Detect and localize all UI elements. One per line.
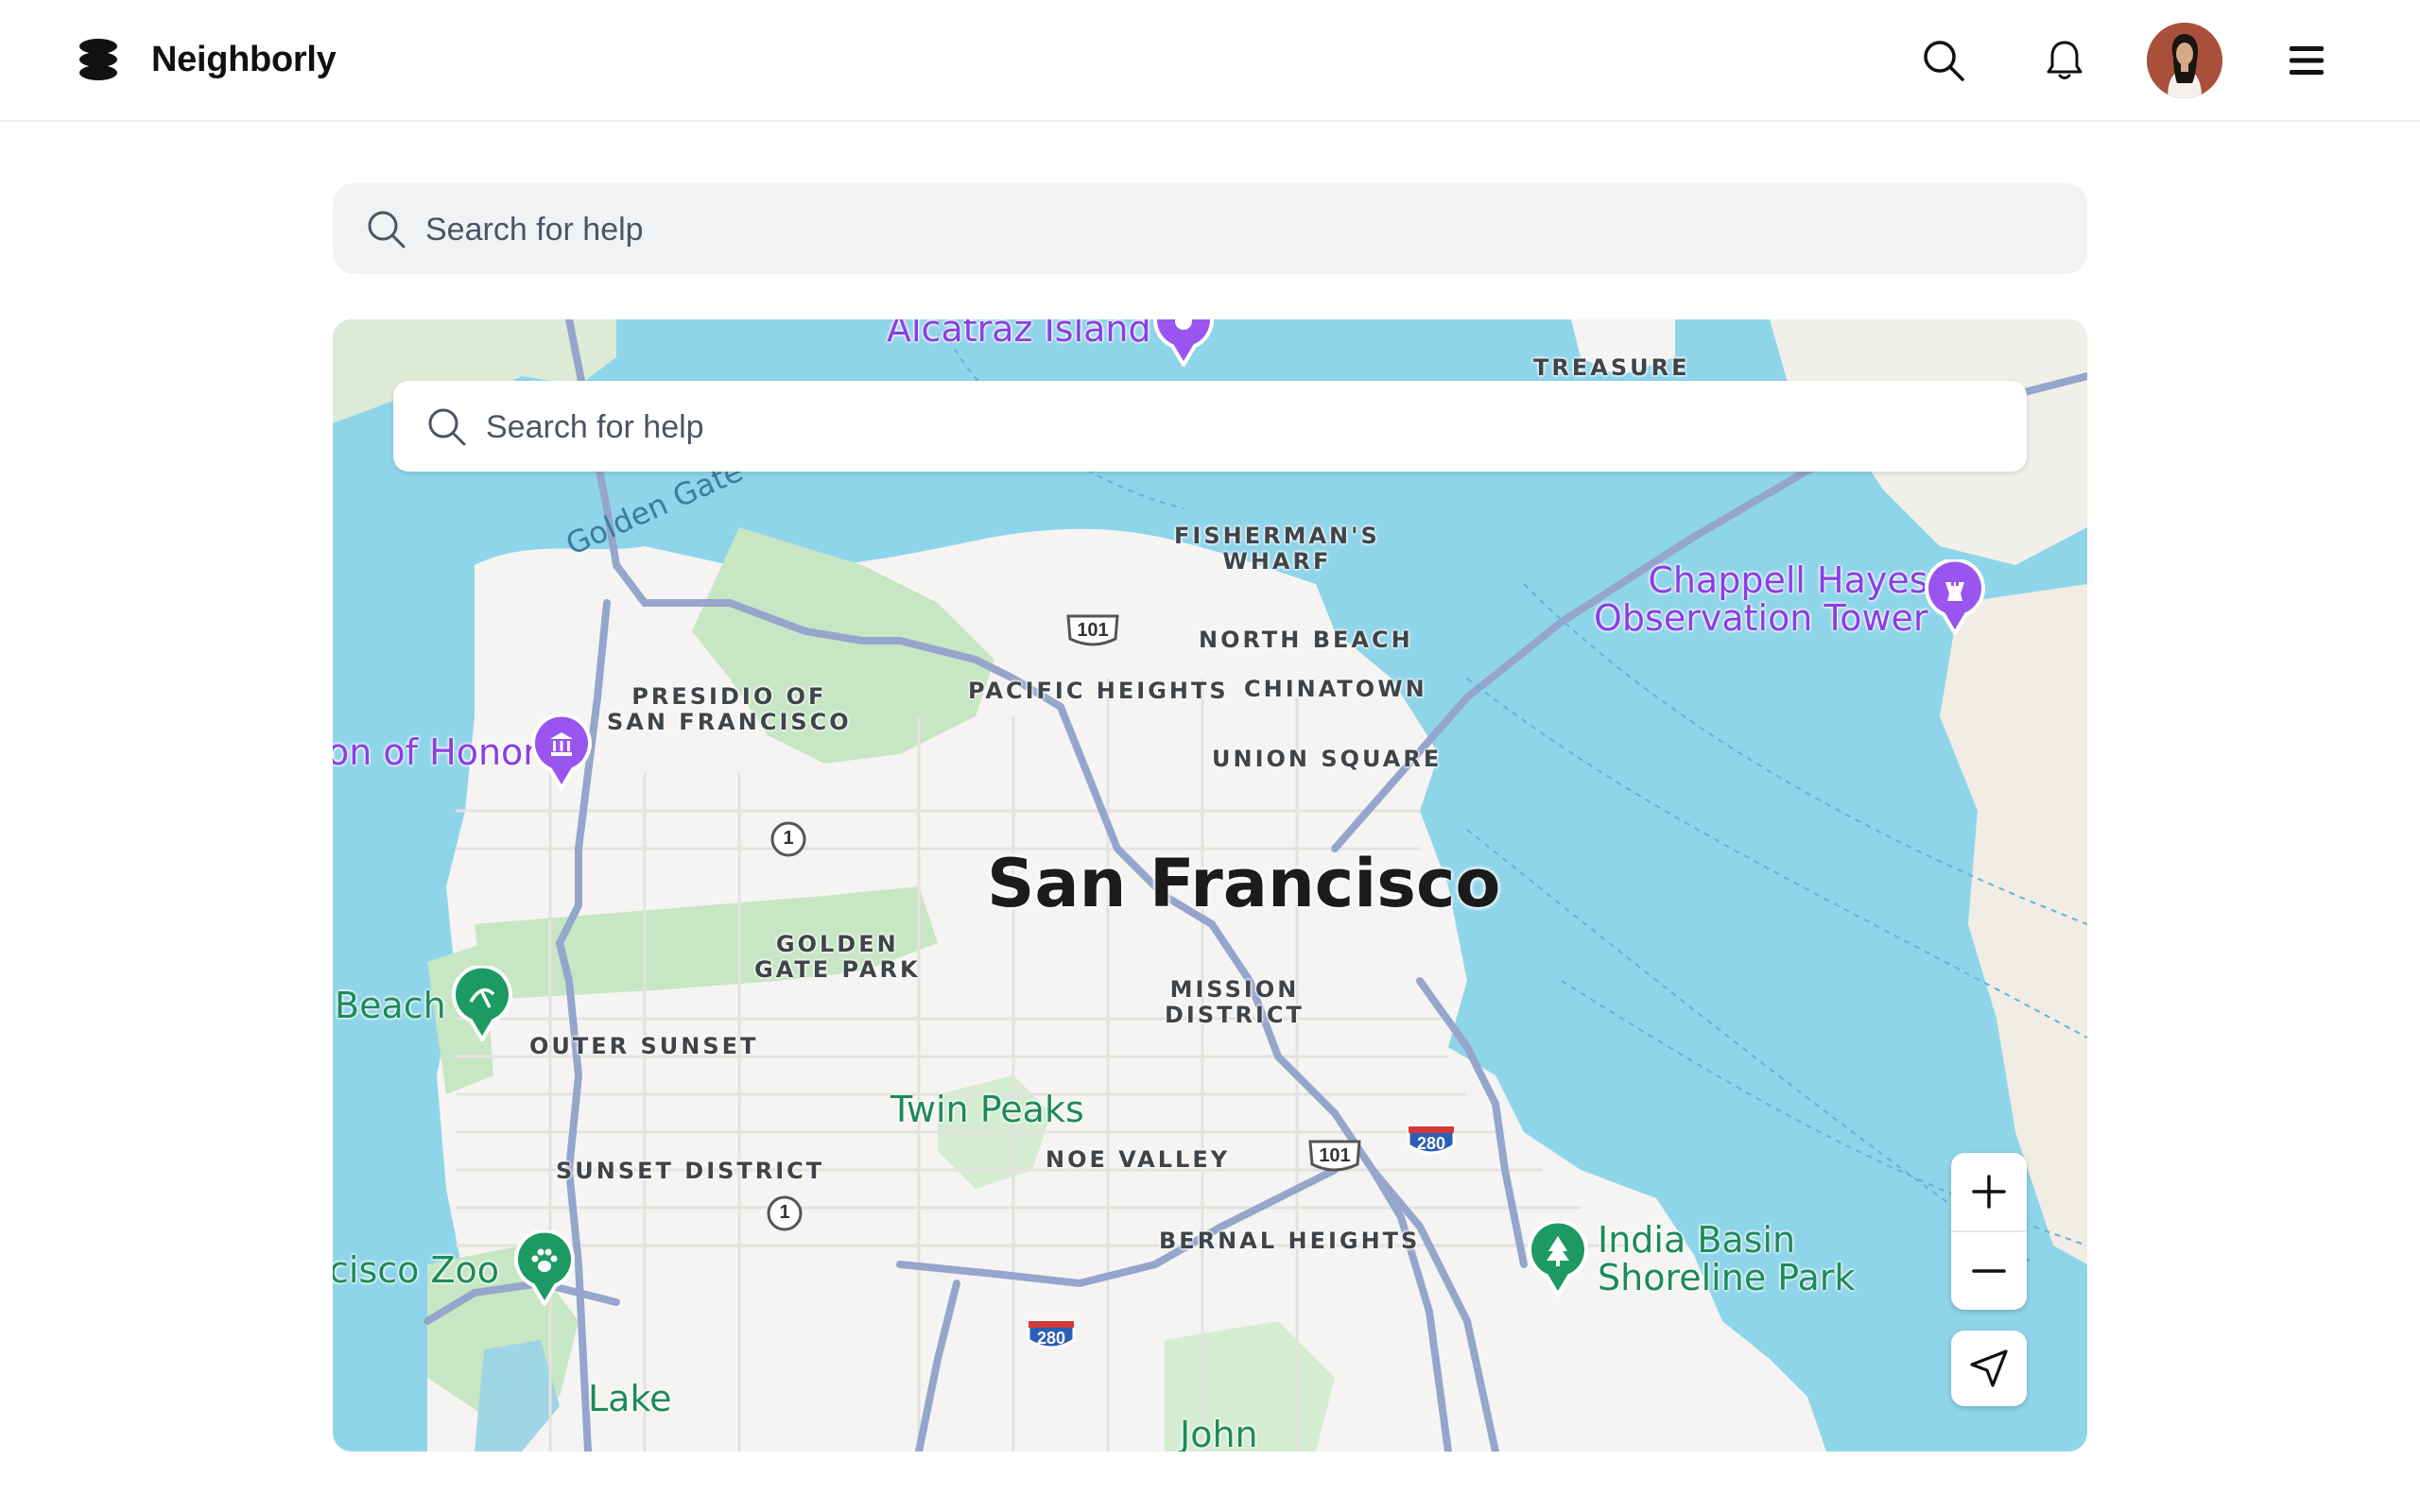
museum-pin-icon[interactable]	[529, 714, 594, 790]
poi-label-beach[interactable]: Beach	[335, 987, 446, 1024]
area-label-sunset-district: SUNSET DISTRICT	[556, 1158, 825, 1184]
zoom-in-button[interactable]	[1951, 1153, 2027, 1230]
poi-label-india-basin[interactable]: India Basin Shoreline Park	[1598, 1221, 1855, 1297]
plus-icon	[1972, 1175, 2006, 1209]
beach-pin-icon[interactable]	[450, 966, 514, 1041]
page-search-bar[interactable]	[333, 183, 2087, 276]
highway-shield-1-south: 1	[762, 1194, 807, 1232]
highway-shield-101-south: 101	[1306, 1138, 1363, 1176]
poi-label-zoo[interactable]: cisco Zoo	[333, 1251, 499, 1289]
poi-label-alcatraz[interactable]: Alcatraz Island	[887, 319, 1151, 348]
alcatraz-pin-icon[interactable]	[1151, 319, 1216, 367]
tower-pin-icon[interactable]	[1923, 559, 1987, 635]
search-icon[interactable]	[1921, 38, 1966, 83]
area-label-chinatown: CHINATOWN	[1244, 676, 1427, 702]
poi-label-legion-of-honor[interactable]: on of Honor	[333, 733, 538, 771]
area-label-presidio: PRESIDIO OF SAN FRANCISCO	[607, 683, 852, 735]
top-bar: Neighborly	[0, 0, 2420, 122]
poi-label-twin-peaks[interactable]: Twin Peaks	[890, 1091, 1084, 1128]
locate-button[interactable]	[1951, 1331, 2027, 1406]
minus-icon	[1972, 1269, 2006, 1273]
navigation-arrow-icon	[1970, 1349, 2008, 1387]
area-label-pacific-heights: PACIFIC HEIGHTS	[968, 678, 1229, 704]
park-pin-icon[interactable]	[1526, 1221, 1590, 1297]
zoom-out-button[interactable]	[1951, 1232, 2027, 1310]
area-label-noe-valley: NOE VALLEY	[1046, 1146, 1231, 1173]
area-label-union-square: UNION SQUARE	[1212, 746, 1443, 772]
highway-shield-280-east: 280	[1403, 1123, 1460, 1160]
logo-icon[interactable]	[76, 38, 121, 81]
search-icon	[368, 211, 406, 249]
area-label-treasure: TREASURE	[1533, 354, 1690, 381]
poi-label-chappell-hayes[interactable]: Chappell Hayes Observation Tower	[1594, 561, 1928, 637]
menu-icon[interactable]	[2284, 38, 2329, 83]
highway-shield-1-north: 1	[766, 820, 811, 858]
brand-name[interactable]: Neighborly	[151, 36, 337, 83]
map-search-bar[interactable]	[393, 381, 2027, 473]
search-icon	[428, 408, 466, 446]
highway-shield-101-north: 101	[1064, 612, 1121, 650]
page-search-input[interactable]	[424, 183, 2034, 276]
avatar[interactable]	[2147, 23, 2222, 98]
area-label-north-beach: NORTH BEACH	[1199, 627, 1413, 653]
zoom-control	[1951, 1153, 2027, 1310]
zoo-pin-icon[interactable]	[512, 1230, 577, 1306]
area-label-mission-district: MISSION DISTRICT	[1165, 976, 1305, 1028]
area-label-bernal-heights: BERNAL HEIGHTS	[1159, 1228, 1421, 1254]
city-label: San Francisco	[987, 845, 1501, 922]
area-label-golden-gate-park: GOLDEN GATE PARK	[754, 931, 921, 983]
poi-label-lake[interactable]: Lake	[588, 1380, 672, 1418]
map-view[interactable]: Golden Gate TREASURE FISHERMAN'S WHARF N…	[333, 319, 2087, 1452]
poi-label-john[interactable]: John	[1180, 1416, 1258, 1452]
bell-icon[interactable]	[2042, 38, 2087, 83]
area-label-fishermans-wharf: FISHERMAN'S WHARF	[1174, 523, 1380, 575]
map-search-input[interactable]	[484, 381, 2000, 473]
area-label-outer-sunset: OUTER SUNSET	[529, 1033, 759, 1059]
highway-shield-280-south: 280	[1023, 1317, 1080, 1355]
